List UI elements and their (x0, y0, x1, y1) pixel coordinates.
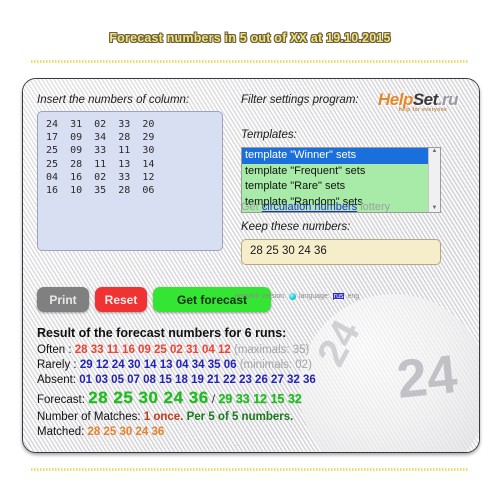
forecast-secondary-numbers: 29 33 12 15 32 (218, 392, 302, 406)
matches-per-text: Per 5 of 5 numbers. (186, 411, 294, 423)
page-title: Forecast numbers in 5 out of XX at 19.10… (109, 31, 391, 45)
results-row-forecast: Forecast: 28 25 30 24 36 / 29 33 12 15 3… (37, 388, 467, 410)
results-section: Result of the forecast numbers for 6 run… (37, 326, 467, 440)
filter-settings-label: Filter settings program: (241, 94, 359, 106)
keep-numbers-input[interactable]: 28 25 30 24 36 (241, 239, 441, 265)
main-panel: 24 24 Insert the numbers of column: Filt… (22, 78, 480, 453)
language-eng-link[interactable]: eng (347, 293, 359, 300)
keep-numbers-label: Keep these numbers: (241, 221, 351, 233)
absent-numbers: 01 03 05 07 08 15 18 19 21 22 23 26 27 3… (79, 374, 316, 386)
often-numbers: 28 33 11 16 09 25 02 31 04 12 (74, 344, 231, 356)
divider-top (31, 60, 469, 63)
network-status-indicator-icon (288, 293, 296, 300)
language-rus-link[interactable]: rus (332, 293, 345, 300)
results-row-matches: Number of Matches: 1 once. Per 5 of 5 nu… (37, 410, 467, 425)
rarely-note: (minimals: 02) (239, 359, 312, 371)
helpset-logo[interactable]: HelpSet.ru (378, 91, 468, 117)
results-row-rarely: Rarely : 29 12 24 30 14 13 04 34 35 06 (… (37, 358, 467, 373)
often-note: (maximals: 35) (233, 344, 310, 356)
numbers-input-textarea[interactable]: 24 31 02 33 20 17 09 34 28 29 25 09 33 1… (37, 111, 223, 251)
print-button[interactable]: Print (37, 287, 89, 312)
circulation-suffix: lottery (357, 201, 391, 213)
often-label: Often : (37, 344, 72, 356)
network-status-bar: network version: language: rus eng (235, 293, 359, 300)
matched-label: Matched: (37, 426, 85, 438)
circulation-numbers-link[interactable]: circulation numbers (262, 201, 357, 213)
rarely-numbers: 29 12 24 30 14 13 04 34 35 06 (79, 359, 237, 371)
results-row-often: Often : 28 33 11 16 09 25 02 31 04 12 (m… (37, 343, 467, 358)
templates-scrollbar[interactable]: ▲ ▼ (428, 148, 440, 212)
template-option-rare[interactable]: template "Rare" sets (242, 179, 428, 195)
forecast-separator: / (211, 392, 216, 406)
logo-tagline: help for everyone (398, 107, 448, 113)
divider-bottom (31, 468, 469, 471)
results-row-matched: Matched: 28 25 30 24 36 (37, 425, 467, 440)
templates-label: Templates: (241, 129, 297, 141)
language-label: language: (298, 293, 330, 300)
forecast-primary-numbers: 28 25 30 24 36 (88, 388, 209, 407)
template-option-winner[interactable]: template "Winner" sets (242, 148, 428, 164)
matches-count: 1 once. (143, 411, 184, 423)
forecast-label: Forecast: (37, 394, 85, 406)
insert-numbers-label: Insert the numbers of column: (37, 94, 190, 106)
absent-label: Absent: (37, 374, 76, 386)
rarely-label: Rarely : (37, 359, 77, 371)
matched-numbers: 28 25 30 24 36 (87, 426, 165, 438)
matches-label: Number of Matches: (37, 411, 141, 423)
network-version-label: network version: (235, 293, 286, 300)
scroll-down-icon[interactable]: ▼ (432, 205, 438, 212)
scroll-up-icon[interactable]: ▲ (432, 148, 438, 155)
results-heading: Result of the forecast numbers for 6 run… (37, 326, 287, 340)
reset-button[interactable]: Reset (95, 287, 147, 312)
results-row-absent: Absent: 01 03 05 07 08 15 18 19 21 22 23… (37, 373, 467, 388)
circulation-numbers-line: Get circulation numbers lottery (241, 201, 390, 213)
template-option-frequent[interactable]: template "Frequent" sets (242, 164, 428, 180)
circulation-prefix: Get (241, 201, 262, 213)
